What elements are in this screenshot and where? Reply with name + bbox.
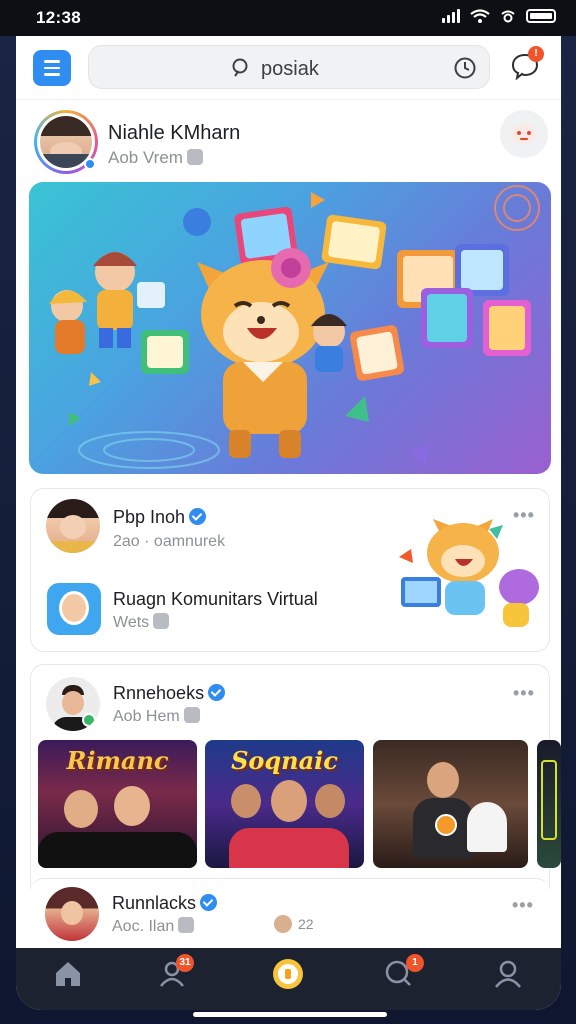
nav-home[interactable] [52, 958, 92, 994]
post-author-avatar[interactable] [46, 677, 100, 731]
status-icons [442, 9, 556, 23]
menu-button[interactable] [33, 50, 71, 86]
online-indicator [84, 158, 96, 170]
post-meta: Aoc. Ilan [112, 917, 195, 936]
chat-button[interactable]: ! [510, 46, 544, 81]
vpn-icon [501, 10, 515, 23]
more-options-button[interactable]: ••• [513, 683, 535, 704]
search-bar[interactable]: posiak [88, 45, 490, 89]
profile-subtitle: Aob Vrem [108, 148, 203, 168]
signal-icon [442, 9, 460, 23]
hero-banner[interactable] [29, 182, 551, 474]
nav-search[interactable]: 1 [382, 954, 424, 994]
history-icon[interactable] [453, 56, 477, 80]
post-meta: Aob Hem [113, 707, 200, 726]
profile-icon [495, 960, 521, 988]
user-avatar[interactable] [46, 499, 100, 553]
post-author-name[interactable]: Runnlacks [112, 893, 218, 914]
participants-indicator: 22 [274, 915, 314, 933]
status-time: 12:38 [36, 8, 81, 27]
robot-icon [512, 125, 536, 143]
profile-name: Niahle KMharn [108, 122, 241, 144]
menu-icon [44, 60, 60, 63]
tag-icon [178, 917, 195, 933]
thumbnail-title: Rimanc [66, 746, 169, 775]
top-bar: posiak ! [16, 36, 561, 100]
verified-icon [189, 508, 207, 525]
post-card: Runnlacks Aoc. Ilan 22 ••• [30, 878, 550, 958]
verified-icon [200, 894, 218, 911]
verified-icon [208, 684, 226, 701]
participant-avatar [274, 915, 292, 933]
tag-icon [183, 707, 200, 723]
search-badge: 1 [406, 954, 424, 972]
people-badge: 31 [176, 954, 194, 972]
user-name[interactable]: Pbp Inoh [113, 507, 207, 528]
tag-icon [153, 613, 170, 629]
wifi-icon [470, 9, 490, 23]
record-icon [273, 959, 303, 989]
post-author-name[interactable]: Rnnehoeks [113, 683, 226, 704]
battery-icon [526, 9, 556, 23]
nav-people[interactable]: 31 [156, 954, 196, 994]
participant-count: 22 [298, 916, 314, 932]
banner-illustration [49, 185, 540, 469]
status-bar: 12:38 [0, 0, 576, 36]
nav-record[interactable] [268, 958, 308, 994]
tag-icon [186, 149, 203, 165]
user-meta: 2ao · oamnurek [113, 533, 226, 550]
community-name[interactable]: Ruagn Komunitars Virtual [113, 589, 318, 610]
mascot-illustration [399, 519, 539, 627]
bottom-navigation: 31 1 [16, 948, 561, 1010]
video-thumbnail-partial[interactable] [537, 740, 561, 868]
bot-button[interactable] [500, 110, 548, 158]
search-query[interactable]: posiak [261, 58, 319, 81]
profile-header[interactable]: Niahle KMharn Aob Vrem [16, 104, 561, 178]
video-thumbnail[interactable] [373, 740, 528, 868]
community-meta: Wets [113, 613, 170, 632]
video-thumbnail[interactable]: Rimanc [38, 740, 197, 868]
nav-profile[interactable] [492, 958, 532, 994]
suggestion-card: Pbp Inoh 2ao · oamnurek Ruagn Komunitars… [30, 488, 550, 652]
chat-badge: ! [528, 46, 544, 62]
home-indicator[interactable] [193, 1012, 387, 1017]
community-avatar[interactable] [47, 583, 101, 635]
home-icon [56, 962, 80, 986]
post-author-avatar[interactable] [45, 887, 99, 941]
more-options-button[interactable]: ••• [512, 895, 534, 916]
video-thumbnail[interactable]: Soqnaic [205, 740, 364, 868]
thumbnail-title: Soqnaic [231, 746, 338, 775]
search-icon [232, 58, 248, 77]
